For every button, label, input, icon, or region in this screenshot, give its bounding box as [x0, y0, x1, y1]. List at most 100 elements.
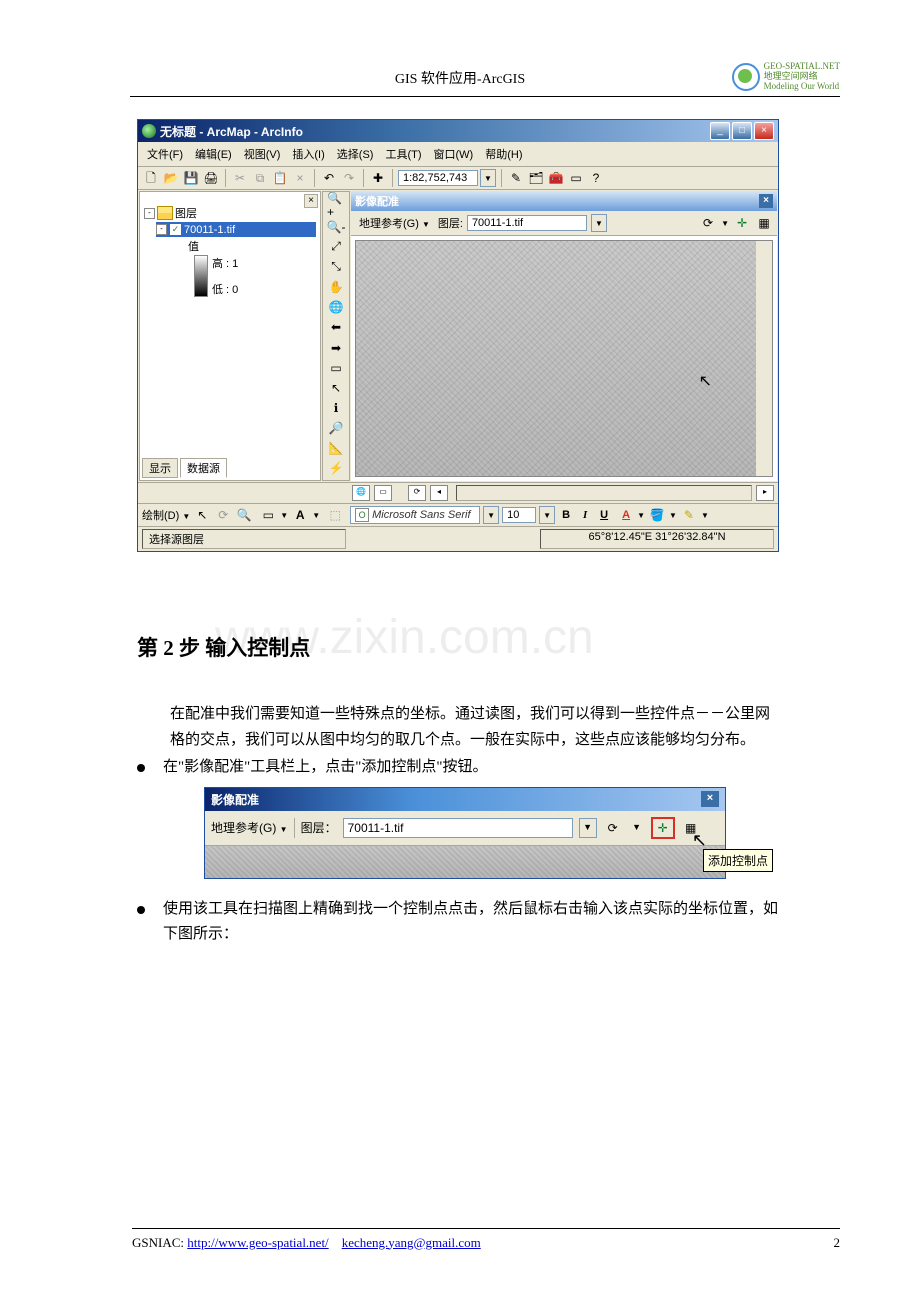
layer-dropdown-icon[interactable]: ▼ — [591, 214, 607, 232]
closeup-layer-dropdown-icon[interactable]: ▼ — [579, 818, 597, 838]
menu-edit[interactable]: 编辑(E) — [192, 145, 235, 163]
chevron-down-icon[interactable]: ▼ — [669, 511, 677, 520]
data-view-tab[interactable]: 🌐 — [352, 485, 370, 501]
maximize-button[interactable]: □ — [732, 122, 752, 140]
underline-button[interactable]: U — [596, 509, 612, 521]
close-button[interactable]: × — [754, 122, 774, 140]
footer-email[interactable]: kecheng.yang@gmail.com — [342, 1235, 481, 1250]
fill-color-button[interactable]: 🪣 — [648, 506, 666, 524]
italic-button[interactable]: I — [577, 509, 593, 521]
chevron-down-icon[interactable]: ▼ — [280, 511, 288, 520]
font-color-button[interactable]: A — [618, 509, 634, 521]
font-size-input[interactable]: 10 — [502, 507, 536, 523]
select-icon[interactable]: ↖ — [193, 506, 211, 524]
toolbox-icon[interactable]: 🧰 — [547, 169, 565, 187]
layer-select[interactable]: 70011-1.tif — [467, 215, 587, 231]
link-table-icon[interactable]: ▦ — [755, 214, 773, 232]
scroll-right-icon[interactable]: ▸ — [756, 485, 774, 501]
text-icon[interactable]: A — [291, 506, 309, 524]
scale-input[interactable]: 1:82,752,743 — [398, 170, 478, 186]
line-color-button[interactable]: ✎ — [680, 506, 698, 524]
toc-tab-source[interactable]: 数据源 — [180, 458, 227, 478]
bold-button[interactable]: B — [558, 509, 574, 521]
edit-vertices-icon[interactable]: ⬚ — [326, 506, 344, 524]
editor-icon[interactable]: ✎ — [507, 169, 525, 187]
delete-icon[interactable]: × — [291, 169, 309, 187]
size-dropdown-icon[interactable]: ▼ — [539, 506, 555, 524]
georef-menu-button[interactable]: 地理参考(G) ▼ — [355, 214, 434, 232]
layout-view-tab[interactable]: ▭ — [374, 485, 392, 501]
font-dropdown-icon[interactable]: ▼ — [483, 506, 499, 524]
minimize-button[interactable]: _ — [710, 122, 730, 140]
rotate-icon[interactable]: ⟳ — [603, 819, 623, 837]
prev-extent-icon[interactable]: ⬅ — [327, 320, 345, 335]
closeup-layer-select[interactable]: 70011-1.tif — [343, 818, 573, 838]
measure-icon[interactable]: 📐 — [327, 441, 345, 456]
paste-icon[interactable]: 📋 — [271, 169, 289, 187]
closeup-titlebar[interactable]: 影像配准 × — [205, 788, 725, 811]
pause-icon[interactable]: ◂ — [430, 485, 448, 501]
vertical-scrollbar[interactable]: ▴ — [757, 241, 772, 476]
menu-help[interactable]: 帮助(H) — [482, 145, 525, 163]
font-select[interactable]: O Microsoft Sans Serif — [350, 506, 480, 524]
rotate-draw-icon[interactable]: ⟳ — [214, 506, 232, 524]
print-icon[interactable]: 🖨 — [202, 169, 220, 187]
scroll-up-icon[interactable]: ▴ — [758, 241, 772, 257]
zoom-out-icon[interactable]: 🔍- — [327, 219, 345, 234]
closeup-close-icon[interactable]: × — [701, 791, 719, 807]
whatsthis-icon[interactable]: ? — [587, 169, 605, 187]
copy-icon[interactable]: ⧉ — [251, 169, 269, 187]
rotate-icon[interactable]: ⟳ — [699, 214, 717, 232]
pan-icon[interactable]: ✋ — [327, 279, 345, 294]
titlebar[interactable]: 无标题 - ArcMap - ArcInfo _ □ × — [138, 120, 778, 142]
chevron-down-icon[interactable]: ▼ — [312, 511, 320, 520]
toc-layer-row[interactable]: - ✓ 70011-1.tif — [156, 222, 316, 237]
select-features-icon[interactable]: ▭ — [327, 360, 345, 375]
arccatalog-icon[interactable]: 🗂 — [527, 169, 545, 187]
menu-view[interactable]: 视图(V) — [241, 145, 284, 163]
refresh-icon[interactable]: ⟳ — [408, 485, 426, 501]
add-control-points-icon[interactable]: ✛ — [733, 214, 751, 232]
select-elements-icon[interactable]: ↖ — [327, 380, 345, 395]
menu-tools[interactable]: 工具(T) — [382, 145, 424, 163]
save-icon[interactable]: 💾 — [182, 169, 200, 187]
footer-url[interactable]: http://www.geo-spatial.net/ — [187, 1235, 328, 1250]
menu-window[interactable]: 窗口(W) — [431, 145, 477, 163]
menu-insert[interactable]: 插入(I) — [289, 145, 327, 163]
toc-root-row[interactable]: - 图层 — [144, 204, 316, 222]
menu-select[interactable]: 选择(S) — [334, 145, 377, 163]
map-canvas[interactable]: ↖ ▴ — [355, 240, 773, 477]
chevron-down-icon[interactable]: ▼ — [701, 511, 709, 520]
next-extent-icon[interactable]: ➡ — [327, 340, 345, 355]
full-extent-icon[interactable]: 🌐 — [327, 300, 345, 315]
menu-file[interactable]: 文件(F) — [144, 145, 186, 163]
menubar[interactable]: 文件(F) 编辑(E) 视图(V) 插入(I) 选择(S) 工具(T) 窗口(W… — [138, 142, 778, 167]
closeup-georef-menu[interactable]: 地理参考(G) ▼ — [211, 819, 288, 836]
add-control-points-button[interactable]: ✛ — [651, 817, 675, 839]
fixed-zoom-out-icon[interactable]: ⤡ — [327, 259, 345, 274]
toc-close-icon[interactable]: × — [304, 194, 318, 208]
draw-menu[interactable]: 绘制(D) ▼ — [142, 507, 190, 523]
scale-dropdown-icon[interactable]: ▼ — [480, 169, 496, 187]
new-icon[interactable]: 🗋 — [142, 169, 160, 187]
zoom-draw-icon[interactable]: 🔍 — [235, 506, 253, 524]
open-icon[interactable]: 📂 — [162, 169, 180, 187]
georef-toolbar-title[interactable]: 影像配准 × — [351, 191, 777, 211]
toc-tab-display[interactable]: 显示 — [142, 458, 178, 478]
undo-icon[interactable]: ↶ — [320, 169, 338, 187]
redo-icon[interactable]: ↷ — [340, 169, 358, 187]
chevron-down-icon[interactable]: ▼ — [721, 219, 729, 228]
georef-close-icon[interactable]: × — [759, 194, 773, 208]
rect-icon[interactable]: ▭ — [259, 506, 277, 524]
expand-icon[interactable]: - — [156, 224, 167, 235]
find-icon[interactable]: 🔎 — [327, 421, 345, 436]
chevron-down-icon[interactable]: ▼ — [637, 511, 645, 520]
bolt-icon[interactable]: ⚡ — [327, 461, 345, 476]
command-icon[interactable]: ▭ — [567, 169, 585, 187]
cut-icon[interactable]: ✂ — [231, 169, 249, 187]
zoom-in-icon[interactable]: 🔍+ — [327, 196, 345, 214]
identify-icon[interactable]: ℹ — [327, 400, 345, 415]
fixed-zoom-in-icon[interactable]: ⤢ — [327, 239, 345, 254]
expand-icon[interactable]: - — [144, 208, 155, 219]
chevron-down-icon[interactable]: ▼ — [629, 819, 645, 837]
